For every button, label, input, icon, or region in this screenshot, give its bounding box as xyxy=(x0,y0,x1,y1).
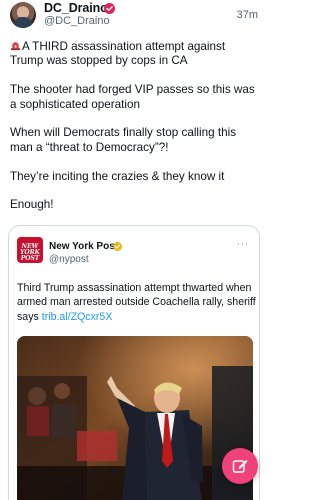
nypost-logo-avatar[interactable]: NEW YORK POST xyxy=(17,237,43,263)
compose-icon xyxy=(232,460,248,473)
post-timestamp: 37m xyxy=(236,9,258,21)
post-media-image[interactable] xyxy=(17,336,253,500)
author-handle[interactable]: @DC_Draino xyxy=(44,15,110,27)
more-options-icon[interactable]: ··· xyxy=(237,238,250,250)
post: DC_Draino @DC_Draino 37m A THIRD assassi… xyxy=(0,0,268,500)
police-light-icon xyxy=(10,42,21,51)
post-paragraph: The shooter had forged VIP passes so thi… xyxy=(10,83,255,111)
logo-text: POST xyxy=(20,255,40,262)
compose-button[interactable] xyxy=(222,448,258,484)
gold-verified-badge-icon xyxy=(113,242,122,251)
post-paragraph-text: A THIRD assassination attempt against Tr… xyxy=(10,40,226,68)
author-display-name[interactable]: DC_Draino xyxy=(44,1,108,15)
post-paragraph: They’re inciting the crazies & they know… xyxy=(10,169,225,183)
quoted-post-link[interactable]: trib.al/ZQcxr5X xyxy=(42,311,113,323)
author-avatar[interactable] xyxy=(10,2,36,28)
quoted-author-handle[interactable]: @nypost xyxy=(49,254,89,265)
post-paragraph: When will Democrats finally stop calling… xyxy=(10,126,237,154)
post-paragraph: Enough! xyxy=(10,198,54,212)
post-body: A THIRD assassination attempt against Tr… xyxy=(10,40,258,227)
post-paragraph: A THIRD assassination attempt against Tr… xyxy=(10,40,258,69)
quoted-author-name[interactable]: New York Post xyxy=(49,241,118,252)
quoted-post-text: Third Trump assassination attempt thwart… xyxy=(17,281,257,324)
rally-photo xyxy=(17,336,253,500)
verified-badge-icon xyxy=(104,3,115,14)
